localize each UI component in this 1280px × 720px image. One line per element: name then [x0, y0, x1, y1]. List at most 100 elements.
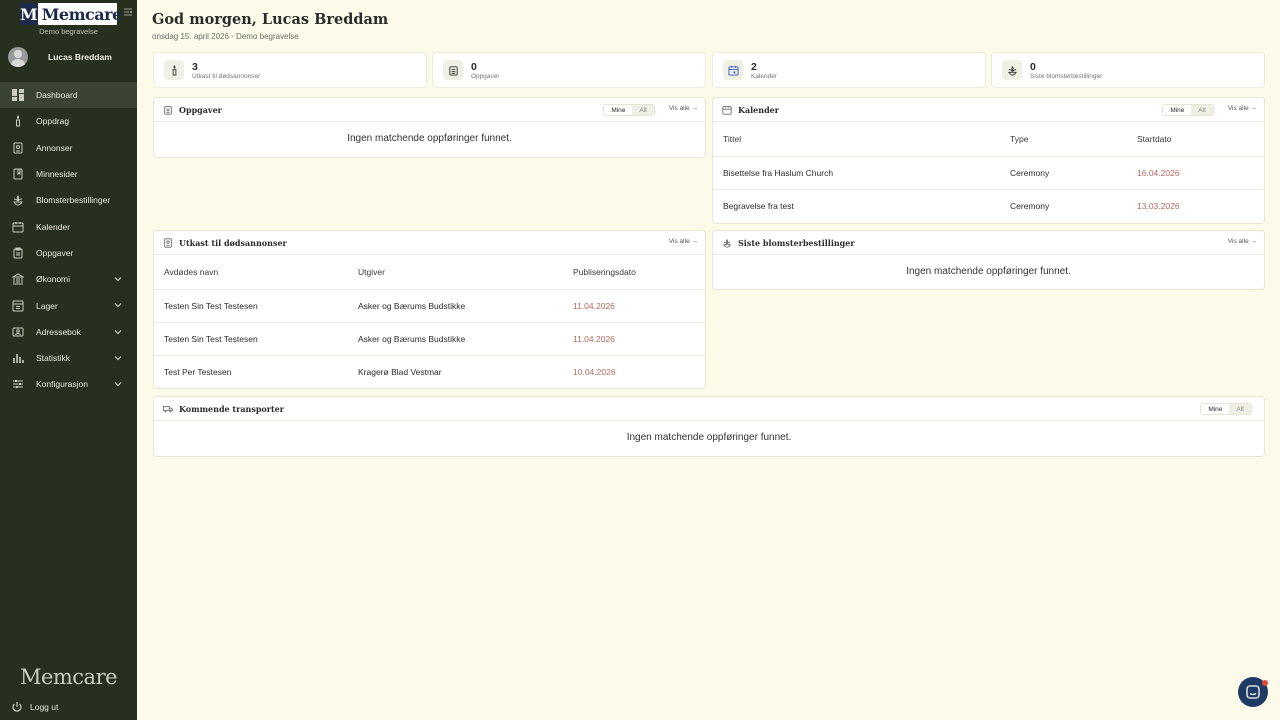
card-title: Kommende transporter [179, 403, 284, 414]
kalender-table: Tittel Type Startdato Bisettelse fra Has… [713, 122, 1264, 222]
toggle-mine[interactable]: Mine [1201, 404, 1230, 414]
sidebar-item-label: Statistikk [36, 353, 71, 364]
stat-card-utkast[interactable]: 3 Utkast til dødsannonser [153, 52, 427, 88]
sidebar-item-lager[interactable]: Lager [0, 292, 137, 318]
chevron-down-icon[interactable] [113, 274, 123, 284]
toggle-mine[interactable]: Mine [604, 105, 633, 115]
flower-icon [722, 238, 732, 248]
stat-card-oppgaver[interactable]: 0 Oppgaver [432, 52, 706, 88]
card-title: Kalender [738, 104, 779, 115]
sidebar-item-konfigurasjon[interactable]: Konfigurasjon [0, 371, 137, 397]
utkast-card: Utkast til dødsannonser Vis alle → Avdød… [153, 230, 706, 389]
sidebar-item-label: Økonomi [36, 274, 71, 285]
publisher: Kragerø Blad Vestmar [358, 366, 442, 377]
sidebar-item-statistikk[interactable]: Statistikk [0, 345, 137, 371]
toggle-mine[interactable]: Mine [1163, 105, 1192, 115]
table-row[interactable]: Test Per Testesen Kragerø Blad Vestmar 1… [154, 355, 705, 388]
table-row[interactable]: Testen Sin Test Testesen Asker og Bærums… [154, 322, 705, 356]
sidebar-item-oppdrag[interactable]: Oppdrag [0, 108, 137, 134]
publish-date: 11.04.2026 [573, 289, 705, 323]
sidebar-item-oppgaver[interactable]: Oppgaver [0, 240, 137, 266]
logout-label: Logg ut [30, 702, 59, 712]
event-type: Ceremony [1010, 156, 1137, 190]
mine-alt-toggle: Mine Alt [603, 104, 655, 116]
column-header: Utgiver [358, 255, 573, 290]
sidebar-item-label: Konfigurasjon [36, 379, 88, 390]
bar-chart-icon [11, 351, 25, 365]
power-icon [10, 700, 24, 714]
sidebar-item-annonser[interactable]: Annonser [0, 135, 137, 161]
table-row[interactable]: Bisettelse fra Haslum Church Ceremony 16… [713, 156, 1264, 190]
table-row[interactable]: Begravelse fra test Ceremony 13.03.2026 [713, 189, 1264, 222]
sidebar-item-label: Lager [36, 300, 58, 311]
truck-icon [163, 404, 173, 414]
logout-button[interactable]: Logg ut [10, 700, 58, 714]
empty-state: Ingen matchende oppføringer funnet. [626, 432, 792, 443]
calendar-icon [723, 60, 743, 80]
user-profile[interactable]: Lucas Breddam [8, 47, 112, 67]
stat-label: Utkast til dødsannonser [192, 72, 261, 80]
card-title: Oppgaver [179, 104, 222, 115]
logo-letter: M [20, 3, 38, 25]
flower-icon [11, 193, 25, 207]
memcare-logo[interactable]: M Memcare [20, 3, 122, 25]
deceased-name: Test Per Testesen [164, 366, 232, 377]
card-title: Siste blomsterbestillinger [738, 237, 855, 248]
toggle-alt[interactable]: Alt [1191, 105, 1213, 115]
date-line: onsdag 15. april 2026 · Demo begravelse [152, 32, 299, 41]
stat-count: 0 [1030, 60, 1036, 73]
chevron-down-icon[interactable] [113, 300, 123, 310]
sidebar-item-adressebok[interactable]: Adressebok [0, 319, 137, 345]
collapse-sidebar-icon[interactable] [123, 7, 133, 17]
stat-card-blomster[interactable]: 0 Siste blomsterbestillinger [991, 52, 1265, 88]
chevron-down-icon[interactable] [113, 379, 123, 389]
inventory-icon [11, 299, 25, 313]
page-title: God morgen, Lucas Breddam [152, 11, 389, 28]
deceased-name: Testen Sin Test Testesen [154, 322, 358, 356]
stat-card-kalender[interactable]: 2 Kalender [712, 52, 986, 88]
vis-alle-link[interactable]: Vis alle → [1228, 105, 1257, 112]
sidebar-item-okonomi[interactable]: Økonomi [0, 266, 137, 292]
sidebar-item-label: Blomsterbestillinger [36, 195, 111, 206]
column-header: Avdødes navn [154, 255, 358, 290]
avatar [8, 47, 28, 67]
document-icon [163, 237, 173, 248]
sidebar: M Memcare Demo begravelse Lucas Breddam … [0, 0, 137, 720]
chevron-down-icon[interactable] [113, 353, 123, 363]
table-row[interactable]: Testen Sin Test Testesen Asker og Bærums… [154, 289, 705, 323]
vis-alle-link[interactable]: Vis alle → [1228, 238, 1257, 245]
empty-state: Ingen matchende oppføringer funnet. [906, 266, 1071, 277]
vis-alle-link[interactable]: Vis alle → [669, 105, 698, 112]
clipboard-icon [443, 60, 463, 80]
card-title: Utkast til dødsannonser [179, 237, 287, 248]
publisher: Asker og Bærums Budstikke [358, 289, 573, 323]
vis-alle-link[interactable]: Vis alle → [669, 238, 698, 245]
toggle-alt[interactable]: Alt [1229, 404, 1251, 414]
mine-alt-toggle: Mine Alt [1200, 403, 1252, 415]
column-header: Tittel [713, 122, 1010, 157]
sidebar-item-blomsterbestillinger[interactable]: Blomsterbestillinger [0, 187, 137, 213]
clipboard-icon [163, 105, 173, 115]
sidebar-item-minnesider[interactable]: Minnesider [0, 161, 137, 187]
calendar-icon [722, 105, 732, 115]
toggle-alt[interactable]: Alt [632, 105, 654, 115]
column-header: Startdato [1137, 122, 1264, 157]
event-type: Ceremony [1010, 200, 1050, 211]
sidebar-item-label: Adressebok [36, 326, 81, 337]
chevron-down-icon[interactable] [113, 327, 123, 337]
stat-count: 0 [471, 60, 477, 73]
publisher: Asker og Bærums Budstikke [358, 322, 573, 356]
sidebar-item-kalender[interactable]: Kalender [0, 213, 137, 239]
dashboard-icon [11, 88, 25, 102]
contacts-icon [11, 325, 25, 339]
sidebar-item-label: Minnesider [36, 169, 78, 180]
sliders-icon [11, 377, 25, 391]
candle-icon [11, 114, 25, 128]
publish-date: 10.04.2026 [573, 366, 616, 377]
sidebar-item-label: Annonser [36, 142, 73, 153]
event-title: Bisettelse fra Haslum Church [713, 156, 1010, 190]
flower-icon [1002, 60, 1022, 80]
organization-name: Demo begravelse [39, 27, 98, 36]
sidebar-item-dashboard[interactable]: Dashboard [0, 82, 137, 109]
sidebar-nav: Dashboard Oppdrag Annonser Minnesider Bl… [0, 82, 137, 398]
